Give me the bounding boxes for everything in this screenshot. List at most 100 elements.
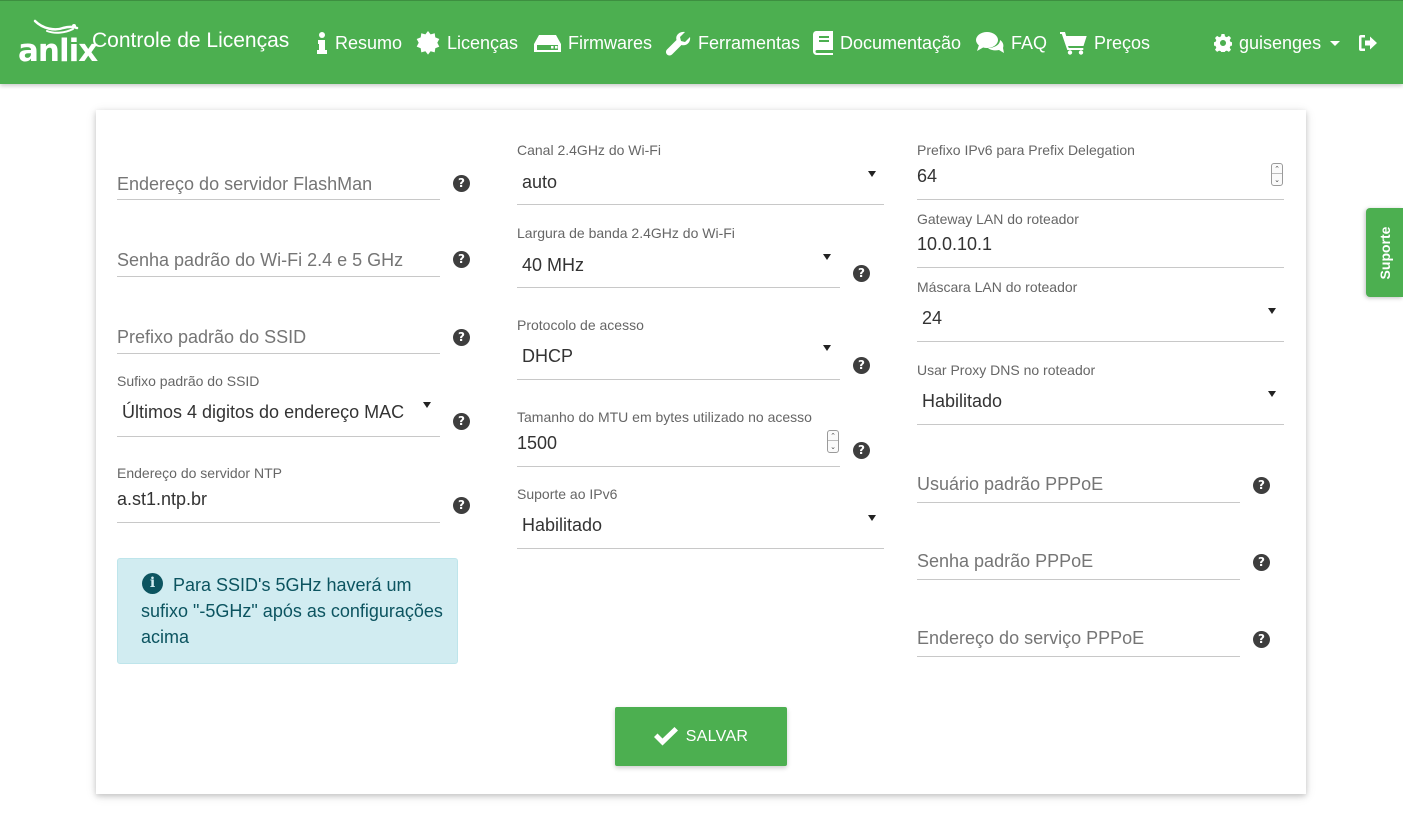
ssid-prefix-placeholder: Prefixo padrão do SSID [117, 327, 307, 347]
ntp-server-label: Endereço do servidor NTP [117, 465, 282, 481]
ipv6-prefix-input[interactable]: Prefixo IPv6 para Prefix Delegation 64 ⌃… [917, 142, 1284, 200]
ipv6-support-value: Habilitado [522, 515, 603, 535]
user-menu[interactable]: guisenges [1214, 29, 1341, 57]
nav-faq-label: FAQ [1011, 32, 1048, 53]
lan-mask-value: 24 [922, 308, 943, 328]
pppoe-service-underline [917, 656, 1240, 657]
brand-title[interactable]: Controle de Licenças [92, 29, 289, 53]
dns-proxy-value: Habilitado [922, 391, 1003, 411]
access-protocol-select[interactable]: Protocolo de acesso DHCP [517, 317, 840, 380]
ipv6-prefix-stepper[interactable]: ⌃ ⌄ [1271, 163, 1283, 186]
chevron-down-icon [823, 254, 831, 260]
cart-icon [1060, 32, 1087, 55]
save-button[interactable]: SALVAR [615, 707, 787, 766]
spin-down-icon[interactable]: ⌄ [1272, 175, 1282, 185]
dns-proxy-label: Usar Proxy DNS no roteador [917, 362, 1096, 378]
support-tab[interactable]: Suporte [1366, 208, 1403, 297]
chevron-down-icon [1268, 308, 1276, 314]
nav-ferramentas-label: Ferramentas [698, 32, 801, 53]
mtu-input[interactable]: Tamanho do MTU em bytes utilizado no ace… [517, 409, 840, 467]
mtu-label: Tamanho do MTU em bytes utilizado no ace… [517, 409, 812, 425]
logout-button[interactable] [1359, 29, 1377, 57]
pppoe-user-input[interactable]: Usuário padrão PPPoE [917, 472, 1240, 503]
mtu-value: 1500 [517, 433, 558, 453]
nav-firmwares-label: Firmwares [568, 32, 652, 53]
chevron-down-icon [1268, 391, 1276, 397]
access-protocol-label: Protocolo de acesso [517, 317, 644, 333]
ssid-suffix-select[interactable]: Sufixo padrão do SSID Últimos 4 digitos … [117, 373, 440, 437]
check-icon [653, 727, 678, 746]
anlix-logo[interactable]: anlix [16, 17, 98, 69]
pppoe-password-input[interactable]: Senha padrão PPPoE [917, 549, 1240, 580]
ipv6-support-underline [517, 548, 884, 549]
help-icon[interactable]: ? [453, 175, 470, 192]
user-name: guisenges [1239, 32, 1322, 53]
mtu-stepper[interactable]: ⌃ ⌄ [827, 430, 839, 453]
wifi-bandwidth-select[interactable]: Largura de banda 2.4GHz do Wi-Fi 40 MHz [517, 225, 840, 288]
chevron-down-icon [423, 402, 431, 408]
wifi-password-underline [117, 276, 440, 277]
help-icon[interactable]: ? [453, 413, 470, 430]
pppoe-password-underline [917, 579, 1240, 580]
spin-up-icon[interactable]: ⌃ [1272, 164, 1282, 174]
access-protocol-value: DHCP [522, 346, 574, 366]
help-icon[interactable]: ? [1253, 631, 1270, 648]
help-icon[interactable]: ? [1253, 477, 1270, 494]
pppoe-user-underline [917, 502, 1240, 503]
wifi-bandwidth-label: Largura de banda 2.4GHz do Wi-Fi [517, 225, 735, 241]
help-icon[interactable]: ? [853, 357, 870, 374]
help-icon[interactable]: ? [453, 497, 470, 514]
nav-faq[interactable]: FAQ [976, 29, 1047, 57]
ssid-info-alert: i Para SSID's 5GHz haverá um sufixo "-5G… [117, 558, 458, 664]
ssid-prefix-input[interactable]: Prefixo padrão do SSID [117, 324, 440, 354]
dns-proxy-select[interactable]: Usar Proxy DNS no roteador Habilitado [917, 362, 1284, 425]
access-protocol-underline [517, 379, 840, 380]
lan-mask-label: Máscara LAN do roteador [917, 279, 1078, 295]
pppoe-service-placeholder: Endereço do serviço PPPoE [917, 628, 1145, 648]
help-icon[interactable]: ? [853, 265, 870, 282]
lan-gateway-label: Gateway LAN do roteador [917, 211, 1079, 227]
lan-gateway-value: 10.0.10.1 [917, 234, 993, 254]
wifi-password-input[interactable]: Senha padrão do Wi-Fi 2.4 e 5 GHz [117, 247, 440, 277]
wrench-icon [666, 31, 691, 56]
wifi-channel-select[interactable]: Canal 2.4GHz do Wi-Fi auto [517, 142, 884, 205]
pppoe-user-placeholder: Usuário padrão PPPoE [917, 474, 1104, 494]
lan-gateway-input[interactable]: Gateway LAN do roteador 10.0.10.1 [917, 211, 1284, 268]
help-icon[interactable]: ? [853, 442, 870, 459]
nav-licencas-label: Licenças [447, 32, 519, 53]
nav-precos[interactable]: Preços [1060, 29, 1150, 57]
spin-down-icon[interactable]: ⌄ [828, 442, 838, 452]
help-icon[interactable]: ? [453, 329, 470, 346]
nav-ferramentas[interactable]: Ferramentas [666, 29, 800, 57]
ipv6-prefix-underline [917, 199, 1284, 200]
pppoe-service-input[interactable]: Endereço do serviço PPPoE [917, 626, 1240, 657]
config-card: Endereço do servidor FlashMan ? Senha pa… [96, 110, 1306, 794]
alert-text: Para SSID's 5GHz haverá um sufixo "-5GHz… [141, 575, 443, 647]
nav-resumo[interactable]: Resumo [316, 29, 402, 57]
ntp-server-input[interactable]: Endereço do servidor NTP a.st1.ntp.br [117, 465, 440, 523]
logo-text: anlix [18, 33, 98, 69]
ntp-server-underline [117, 522, 440, 523]
flashman-server-placeholder: Endereço do servidor FlashMan [117, 174, 373, 194]
help-icon[interactable]: ? [1253, 554, 1270, 571]
ipv6-support-select[interactable]: Suporte ao IPv6 Habilitado [517, 486, 884, 549]
nav-licencas[interactable]: Licenças [416, 29, 518, 57]
book-icon [813, 31, 833, 55]
nav-documentacao[interactable]: Documentação [813, 29, 961, 57]
wifi-channel-value: auto [522, 172, 558, 192]
spin-up-icon[interactable]: ⌃ [828, 431, 838, 441]
help-icon[interactable]: ? [453, 251, 470, 268]
lan-mask-select[interactable]: Máscara LAN do roteador 24 [917, 279, 1284, 342]
flashman-server-input[interactable]: Endereço do servidor FlashMan [117, 170, 440, 200]
ntp-server-value: a.st1.ntp.br [117, 489, 208, 509]
nav-firmwares[interactable]: Firmwares [534, 29, 652, 57]
badge-icon [416, 31, 440, 55]
lan-mask-underline [917, 341, 1284, 342]
ipv6-support-label: Suporte ao IPv6 [517, 486, 618, 502]
ssid-prefix-underline [117, 353, 440, 354]
chevron-down-icon [868, 515, 876, 521]
gear-icon [1214, 34, 1232, 52]
mtu-underline [517, 466, 840, 467]
ssid-suffix-label: Sufixo padrão do SSID [117, 373, 260, 389]
chevron-down-icon [823, 345, 831, 351]
